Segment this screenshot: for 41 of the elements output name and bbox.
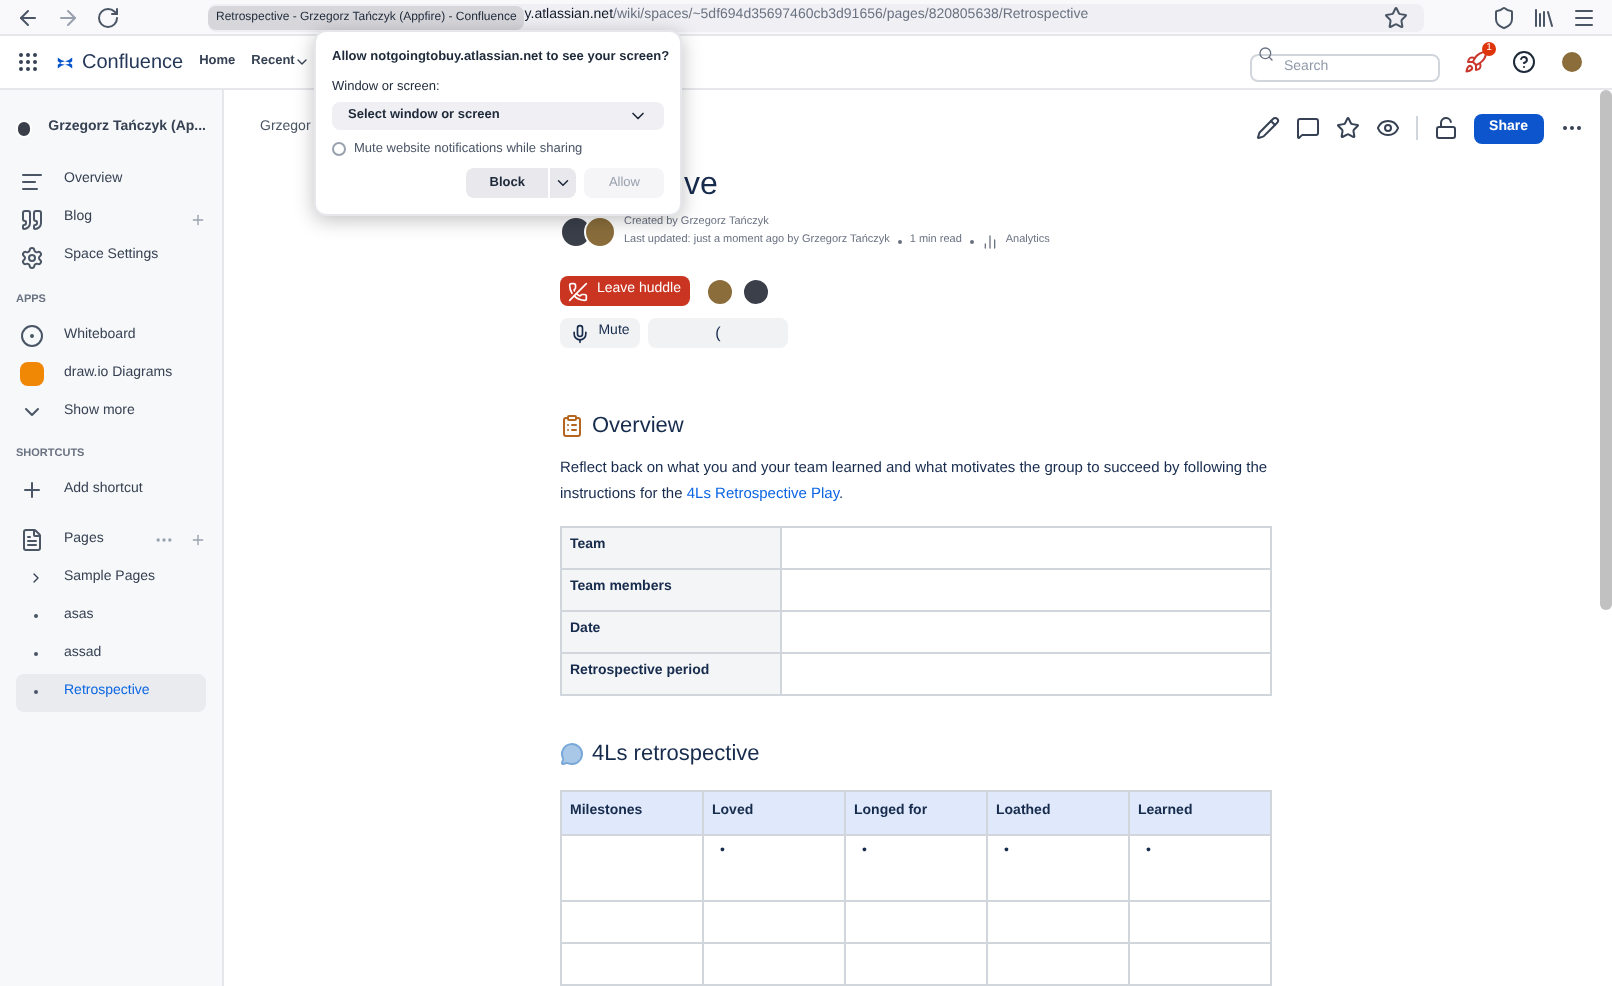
avatar-icon	[742, 277, 770, 305]
diagram-icon	[20, 361, 44, 386]
plus-icon	[20, 478, 44, 502]
section-heading: 4Ls retrospective	[592, 739, 760, 769]
space-avatar	[16, 120, 33, 138]
scrollbar[interactable]	[1600, 90, 1612, 610]
product-name[interactable]: Confluence	[82, 47, 184, 77]
confluence-logo-icon	[56, 53, 74, 71]
search-icon	[1258, 46, 1274, 62]
settings-icon	[20, 245, 44, 269]
microphone-icon	[570, 323, 591, 343]
app-switcher-icon[interactable]	[16, 50, 40, 74]
menu-icon[interactable]	[1572, 5, 1596, 29]
watch-icon[interactable]	[1375, 116, 1400, 140]
clipboard-icon	[560, 414, 584, 439]
chevron-right-icon	[28, 570, 44, 586]
speech-bubble-icon	[560, 741, 584, 766]
unlock-icon[interactable]	[1433, 116, 1458, 140]
edit-icon[interactable]	[1255, 116, 1280, 140]
shield-icon[interactable]	[1492, 5, 1516, 29]
user-avatar	[1560, 50, 1584, 74]
page-title: ve	[684, 170, 718, 202]
lines-icon	[20, 169, 44, 193]
quote-icon	[20, 207, 44, 231]
library-icon[interactable]	[1532, 5, 1556, 29]
star-icon[interactable]	[1335, 116, 1360, 140]
help-icon[interactable]	[1512, 50, 1536, 74]
avatar-icon	[706, 277, 734, 305]
back-icon[interactable]	[16, 5, 40, 29]
chevron-down-icon	[294, 54, 311, 70]
notification-icon[interactable]	[1464, 50, 1488, 74]
chart-icon	[981, 233, 998, 249]
target-icon	[20, 323, 44, 348]
phone-off-icon	[568, 281, 589, 301]
comment-icon[interactable]	[1295, 116, 1320, 140]
document-icon	[20, 528, 44, 552]
bookmark-star-icon[interactable]	[1384, 5, 1408, 29]
reload-icon[interactable]	[96, 5, 120, 29]
status-box: (	[648, 318, 788, 348]
forward-icon	[56, 5, 80, 29]
section-heading: Overview	[592, 412, 684, 442]
